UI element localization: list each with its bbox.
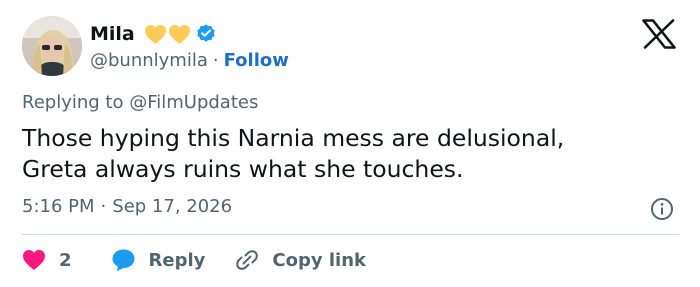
reply-button[interactable]: Reply bbox=[111, 248, 206, 272]
yellow-heart-icon bbox=[144, 24, 166, 44]
author-handle[interactable]: @bunnlymila bbox=[90, 50, 208, 71]
tweet-text-line: Greta always ruins what she touches. bbox=[22, 155, 464, 183]
timestamp-separator: · bbox=[100, 196, 107, 217]
author-handle-row: @bunnlymila · Follow bbox=[90, 47, 289, 73]
yellow-heart-icon bbox=[168, 24, 190, 44]
speech-bubble-icon bbox=[112, 249, 135, 271]
tweet-text: Those hyping this Narnia mess are delusi… bbox=[22, 123, 682, 185]
copy-link-label: Copy link bbox=[272, 249, 366, 271]
like-button[interactable]: 2 bbox=[22, 249, 72, 271]
follow-button[interactable]: Follow bbox=[224, 50, 289, 71]
copy-link-button[interactable]: Copy link bbox=[234, 247, 366, 273]
divider bbox=[22, 234, 679, 235]
verified-badge-icon bbox=[197, 24, 215, 42]
tweet-text-line: Those hyping this Narnia mess are delusi… bbox=[22, 124, 565, 152]
tweet-card: Mila @bunnlymila · Follow Replying to @F… bbox=[0, 0, 700, 287]
link-icon bbox=[236, 250, 259, 270]
avatar[interactable] bbox=[22, 16, 82, 76]
handle-separator: · bbox=[212, 49, 219, 71]
info-icon[interactable] bbox=[650, 197, 674, 221]
name-emojis bbox=[144, 24, 192, 45]
tweet-time: 5:16 PM bbox=[22, 196, 95, 217]
heart-icon bbox=[23, 250, 45, 270]
action-bar: 2 Reply Copy link bbox=[22, 244, 366, 276]
like-count: 2 bbox=[59, 249, 72, 271]
replying-to-label[interactable]: Replying to @FilmUpdates bbox=[22, 92, 258, 113]
author-name-row: Mila bbox=[90, 20, 217, 48]
author-display-name[interactable]: Mila bbox=[90, 23, 135, 45]
x-logo-icon[interactable] bbox=[642, 19, 676, 49]
tweet-timestamp[interactable]: 5:16 PM · Sep 17, 2026 bbox=[22, 196, 232, 217]
tweet-date: Sep 17, 2026 bbox=[112, 196, 233, 217]
reply-label: Reply bbox=[148, 249, 206, 271]
